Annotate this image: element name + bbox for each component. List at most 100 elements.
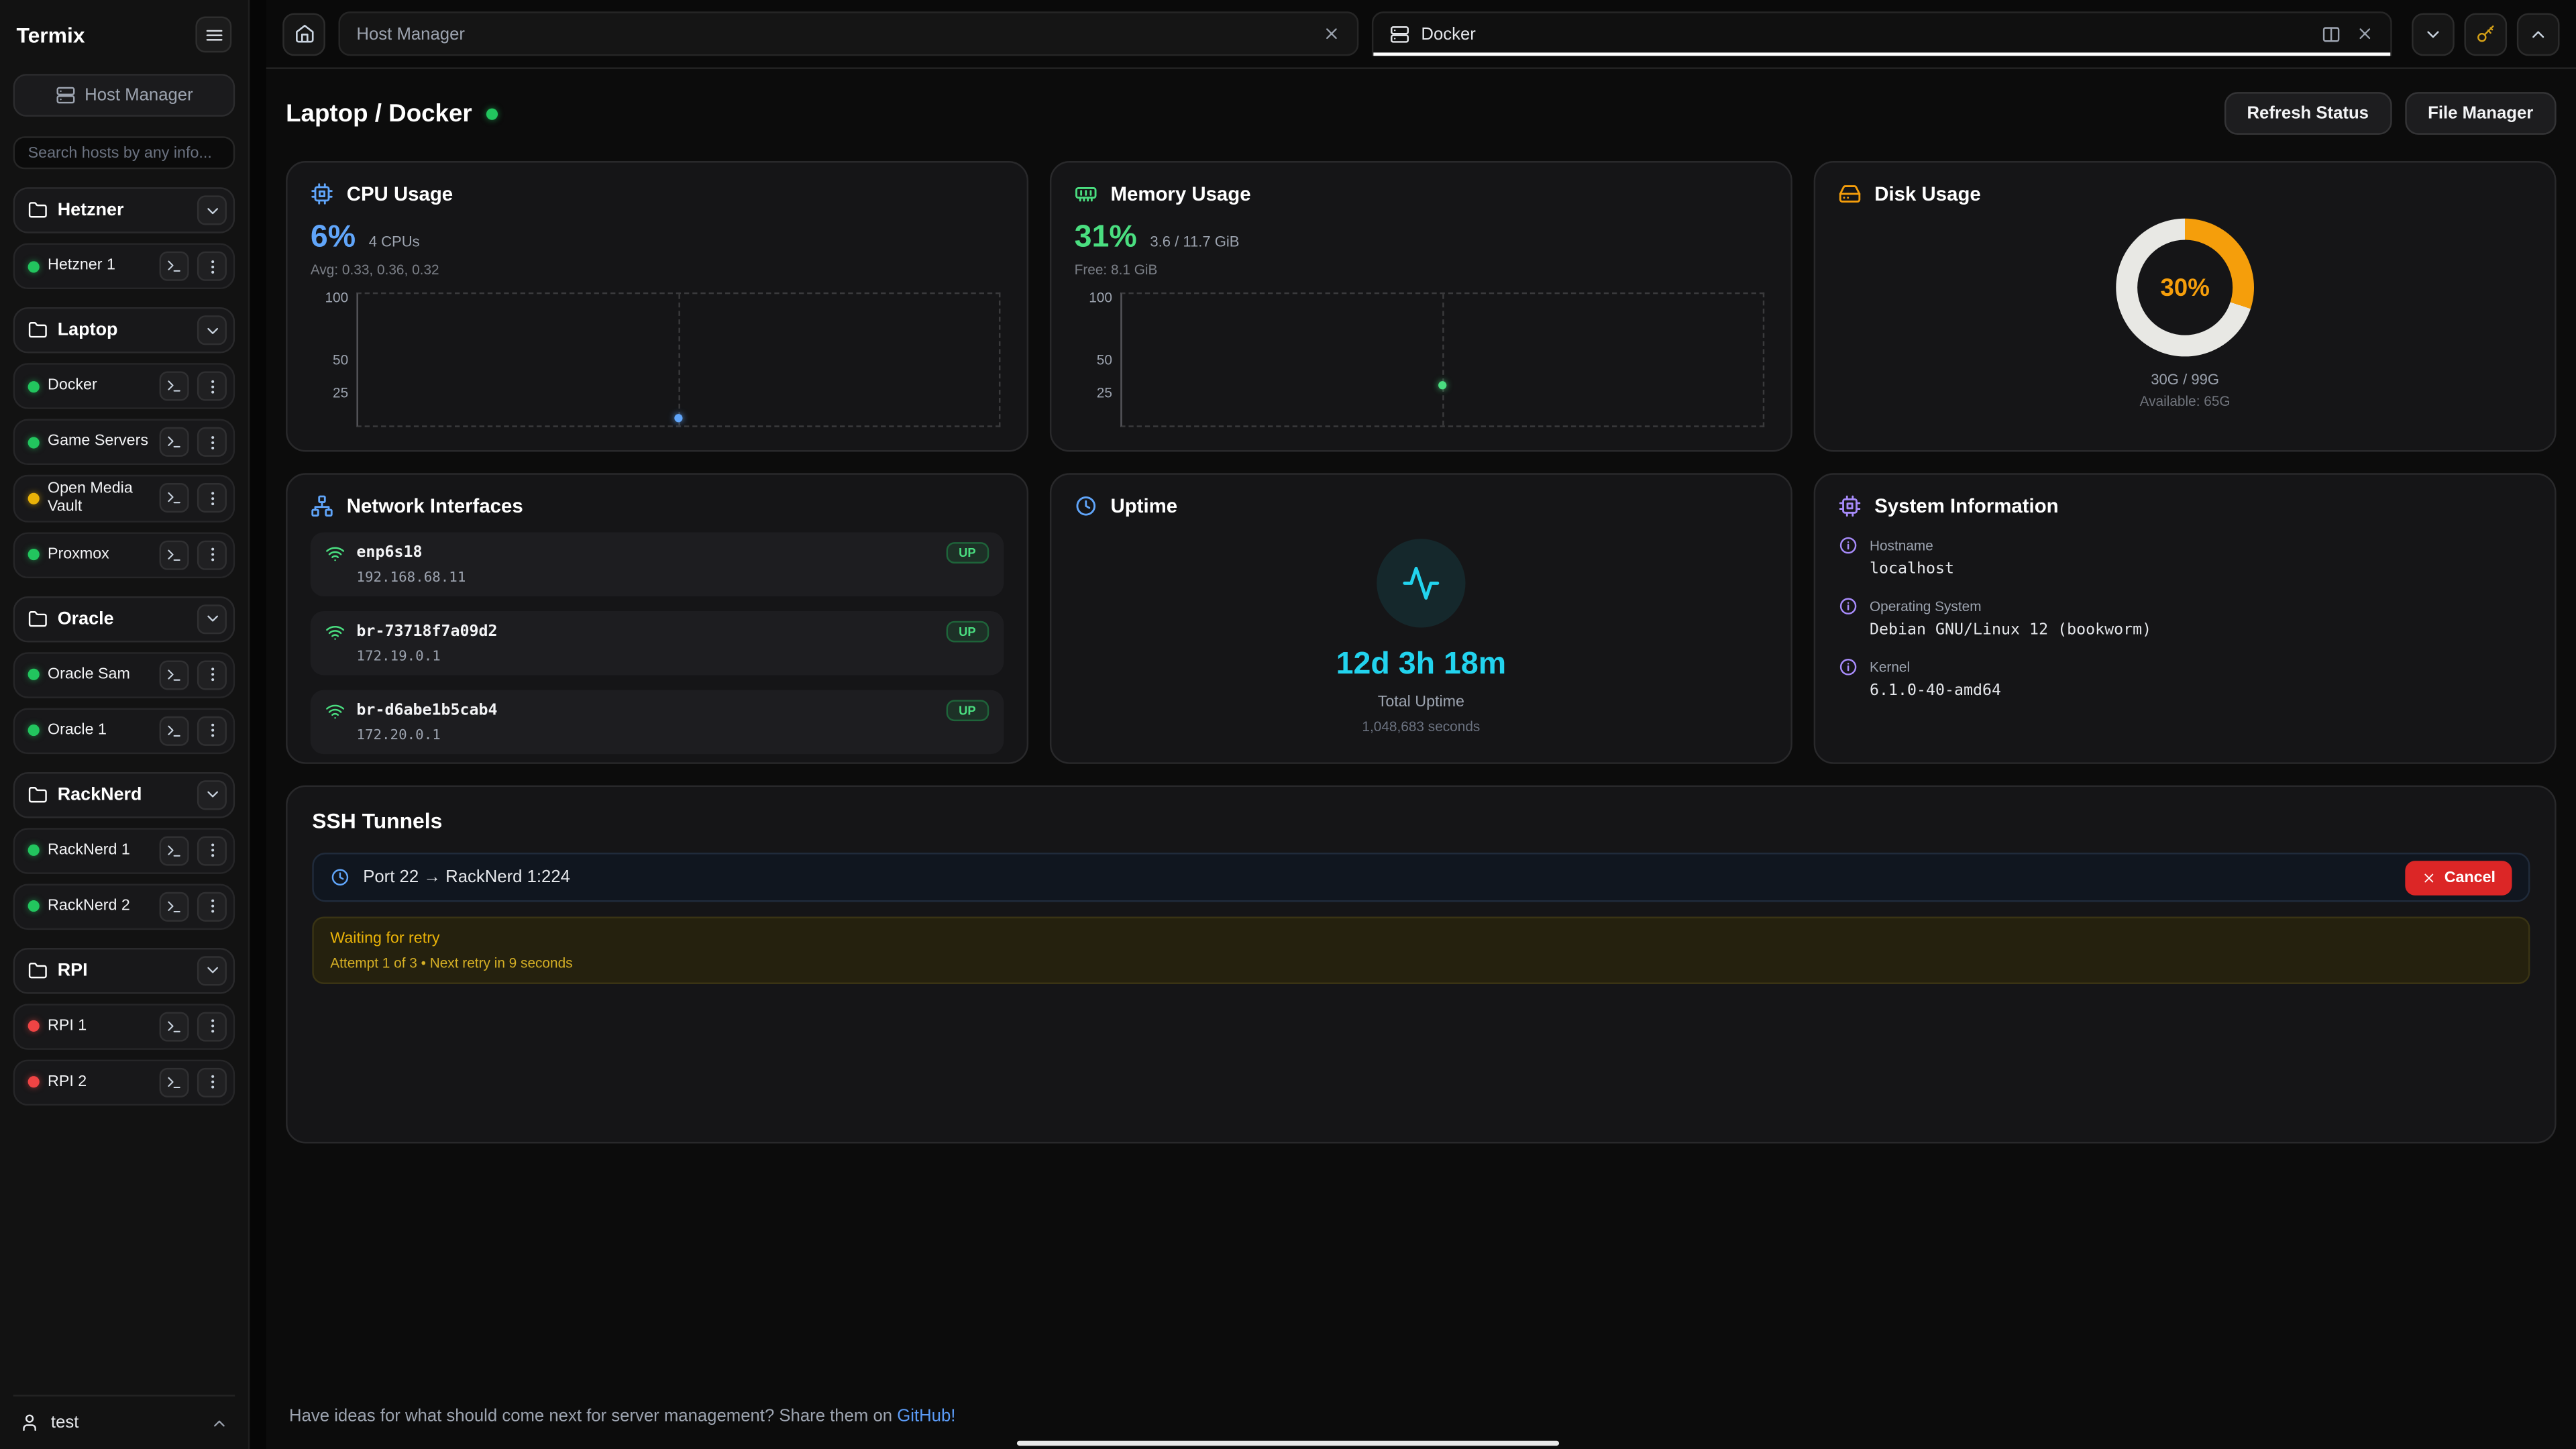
group-racknerd: RackNerd RackNerd 1 RackNerd 2 [13, 771, 235, 929]
collapse-group-button[interactable] [197, 315, 227, 345]
folder-header-rpi[interactable]: RPI [13, 948, 235, 994]
terminal-button[interactable] [160, 427, 189, 457]
folder-header-racknerd[interactable]: RackNerd [13, 771, 235, 818]
kebab-menu-button[interactable] [197, 836, 227, 865]
terminal-button[interactable] [160, 371, 189, 400]
user-menu[interactable]: test [13, 1409, 235, 1436]
collapse-group-button[interactable] [197, 604, 227, 634]
terminal-button[interactable] [160, 1067, 189, 1097]
kebab-menu-button[interactable] [197, 1012, 227, 1041]
host-name: RackNerd 1 [48, 841, 151, 860]
menu-icon [203, 24, 224, 46]
kebab-menu-button[interactable] [197, 371, 227, 400]
folder-header-hetzner[interactable]: Hetzner [13, 187, 235, 233]
activity-circle [1377, 539, 1465, 627]
page-content: Laptop / Docker Refresh Status File Mana… [266, 69, 2576, 1449]
folder-header-oracle[interactable]: Oracle [13, 596, 235, 642]
host-item-open-media-vault[interactable]: Open Media Vault [13, 475, 235, 522]
disk-donut-chart: 30% [2116, 219, 2254, 357]
home-button[interactable] [282, 12, 325, 55]
folder-name: RackNerd [58, 785, 187, 804]
close-icon[interactable] [2356, 25, 2374, 43]
file-manager-button[interactable]: File Manager [2405, 92, 2557, 135]
terminal-button[interactable] [160, 540, 189, 570]
chevron-down-icon [203, 961, 221, 979]
host-item-oracle-1[interactable]: Oracle 1 [13, 708, 235, 754]
host-item-game-servers[interactable]: Game Servers [13, 419, 235, 465]
terminal-button[interactable] [160, 836, 189, 865]
host-item-proxmox[interactable]: Proxmox [13, 532, 235, 578]
host-item-oracle-sam[interactable]: Oracle Sam [13, 652, 235, 698]
host-item-hetzner-1[interactable]: Hetzner 1 [13, 243, 235, 289]
system-information-card: System Information Hostname localhost Op… [1814, 473, 2557, 763]
terminal-button[interactable] [160, 252, 189, 281]
ssh-keys-button[interactable] [2464, 12, 2507, 55]
collapse-group-button[interactable] [197, 195, 227, 225]
host-item-rpi-1[interactable]: RPI 1 [13, 1004, 235, 1050]
refresh-status-button[interactable]: Refresh Status [2224, 92, 2392, 135]
kebab-menu-button[interactable] [197, 540, 227, 570]
chevron-up-icon [2528, 24, 2548, 44]
folder-header-laptop[interactable]: Laptop [13, 307, 235, 354]
terminal-button[interactable] [160, 484, 189, 513]
split-view-icon[interactable] [2321, 24, 2341, 44]
interface-name: br-d6abe1b5cab4 [356, 702, 497, 720]
tab-bar-actions [2412, 12, 2559, 55]
kebab-menu-button[interactable] [197, 716, 227, 745]
status-dot [28, 669, 40, 680]
card-header: Disk Usage [1838, 182, 1980, 205]
cpu-percent: 6% [311, 220, 356, 256]
kebab-menu-button[interactable] [197, 427, 227, 457]
wifi-icon [325, 622, 345, 641]
tab-docker[interactable]: Docker [1372, 11, 2392, 56]
folder-name: Oracle [58, 609, 187, 629]
host-item-docker[interactable]: Docker [13, 363, 235, 409]
system-item-label: Kernel [1870, 659, 1910, 675]
system-item-label: Hostname [1870, 537, 1933, 553]
host-item-rpi-2[interactable]: RPI 2 [13, 1059, 235, 1106]
close-icon [2421, 870, 2436, 885]
terminal-icon [166, 1018, 182, 1034]
interface-ip: 192.168.68.11 [356, 570, 989, 586]
kebab-icon [203, 1018, 221, 1036]
host-manager-button[interactable]: Host Manager [13, 74, 235, 117]
close-icon[interactable] [1322, 25, 1340, 43]
activity-icon [1401, 564, 1441, 603]
terminal-button[interactable] [160, 1012, 189, 1041]
collapse-group-button[interactable] [197, 780, 227, 810]
host-name: Oracle 1 [48, 721, 151, 740]
collapse-group-button[interactable] [197, 956, 227, 985]
host-item-racknerd-1[interactable]: RackNerd 1 [13, 828, 235, 874]
system-item: Hostname localhost [1838, 535, 2531, 578]
terminal-button[interactable] [160, 660, 189, 690]
terminal-icon [166, 667, 182, 683]
kebab-menu-button[interactable] [197, 892, 227, 921]
home-icon [293, 23, 315, 44]
terminal-button[interactable] [160, 716, 189, 745]
host-search-input[interactable] [13, 136, 235, 169]
kebab-menu-button[interactable] [197, 660, 227, 690]
disk-icon [1838, 182, 1861, 205]
sidebar-menu-button[interactable] [195, 16, 231, 52]
uptime-card: Uptime 12d 3h 18m Total Uptime 1,048,683… [1050, 473, 1792, 763]
host-item-racknerd-2[interactable]: RackNerd 2 [13, 883, 235, 930]
info-icon [1838, 657, 1858, 677]
chevron-down-button[interactable] [2412, 12, 2455, 55]
card-title: Memory Usage [1111, 182, 1251, 205]
status-dot [28, 1077, 40, 1088]
app-root: Termix Host Manager Hetzner Hetzner 1 [0, 0, 2576, 1449]
cpu-chart: 100 50 25 [356, 292, 1000, 427]
kebab-menu-button[interactable] [197, 484, 227, 513]
kebab-menu-button[interactable] [197, 252, 227, 281]
chevron-down-icon [203, 201, 221, 219]
kebab-menu-button[interactable] [197, 1067, 227, 1097]
cancel-tunnel-button[interactable]: Cancel [2405, 860, 2512, 894]
chevron-up-button[interactable] [2517, 12, 2560, 55]
terminal-button[interactable] [160, 892, 189, 921]
tab-label: Host Manager [356, 24, 465, 44]
tab-host-manager[interactable]: Host Manager [338, 11, 1358, 56]
uptime-label: Total Uptime [1378, 693, 1464, 711]
tab-label: Docker [1421, 24, 1475, 44]
ssh-tunnels-title: SSH Tunnels [312, 808, 2530, 833]
github-link[interactable]: GitHub! [897, 1406, 955, 1426]
